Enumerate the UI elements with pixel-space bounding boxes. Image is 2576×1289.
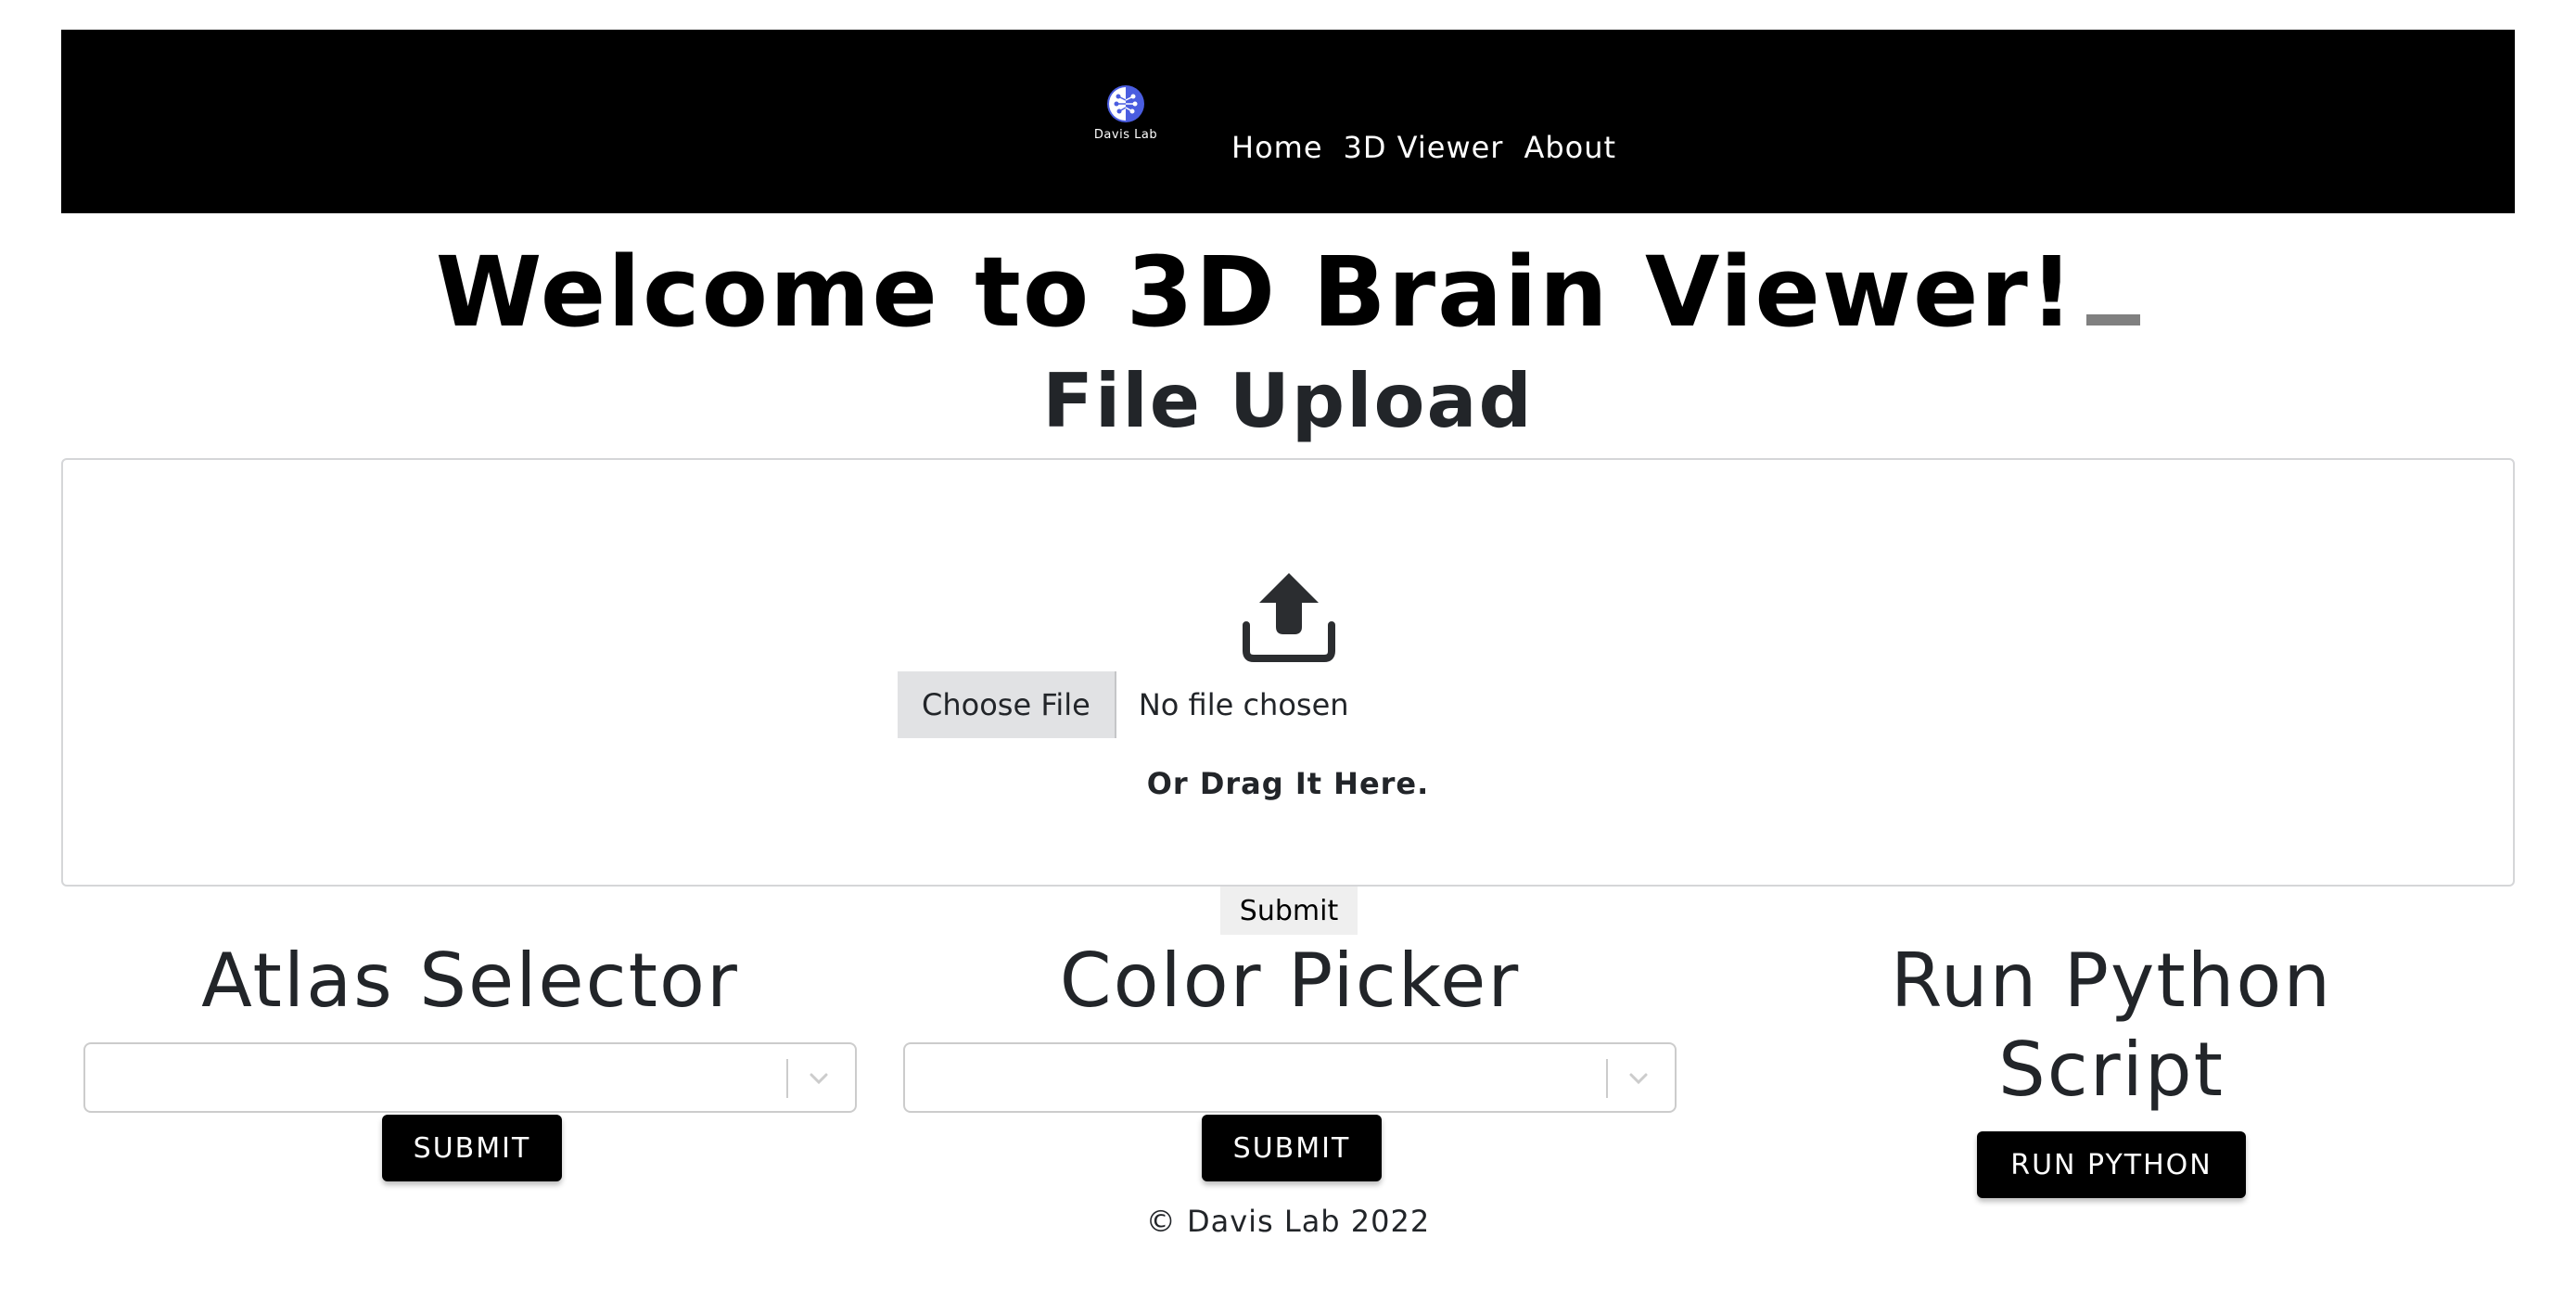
- brand-logo[interactable]: Davis Lab: [1092, 83, 1159, 176]
- welcome-title: Welcome to 3D Brain Viewer!: [0, 236, 2576, 349]
- run-python-heading: Run Python Script: [1725, 937, 2498, 1115]
- run-python-heading-line2: Script: [1997, 1027, 2225, 1113]
- nav-link-home[interactable]: Home: [1231, 130, 1323, 165]
- navbar: Davis Lab Home 3D Viewer About: [61, 30, 2515, 213]
- footer-copyright: © Davis Lab 2022: [1145, 1204, 1431, 1239]
- chevron-down-icon[interactable]: [805, 1065, 833, 1092]
- brain-logo-icon: [1107, 85, 1144, 122]
- drag-hint: Or Drag It Here.: [1146, 766, 1430, 801]
- color-submit-button[interactable]: SUBMIT: [1202, 1115, 1382, 1181]
- nav-link-3d-viewer[interactable]: 3D Viewer: [1344, 130, 1504, 165]
- typing-cursor: [2086, 314, 2141, 325]
- choose-file-button[interactable]: Choose File: [898, 671, 1116, 738]
- chevron-down-icon[interactable]: [1625, 1065, 1652, 1092]
- color-picker-heading: Color Picker: [1059, 938, 1521, 1024]
- file-input[interactable]: Choose File No file chosen: [898, 671, 1349, 738]
- nav-links: Home 3D Viewer About: [1231, 130, 1616, 165]
- select-separator: [1606, 1059, 1608, 1098]
- atlas-select[interactable]: [83, 1042, 857, 1113]
- file-status-text: No file chosen: [1138, 687, 1349, 722]
- atlas-selector-heading: Atlas Selector: [201, 938, 739, 1024]
- upload-icon: [1243, 573, 1335, 662]
- color-select[interactable]: [903, 1042, 1677, 1113]
- nav-link-about[interactable]: About: [1524, 130, 1616, 165]
- run-python-heading-line1: Run Python: [1890, 938, 2333, 1024]
- upload-submit-button[interactable]: Submit: [1220, 887, 1358, 935]
- run-python-button[interactable]: RUN PYTHON: [1977, 1131, 2246, 1198]
- atlas-submit-button[interactable]: SUBMIT: [382, 1115, 562, 1181]
- select-separator: [786, 1059, 788, 1098]
- file-upload-heading: File Upload: [1042, 358, 1534, 444]
- welcome-title-text: Welcome to 3D Brain Viewer!: [435, 236, 2076, 349]
- brand-text: Davis Lab: [1093, 128, 1158, 142]
